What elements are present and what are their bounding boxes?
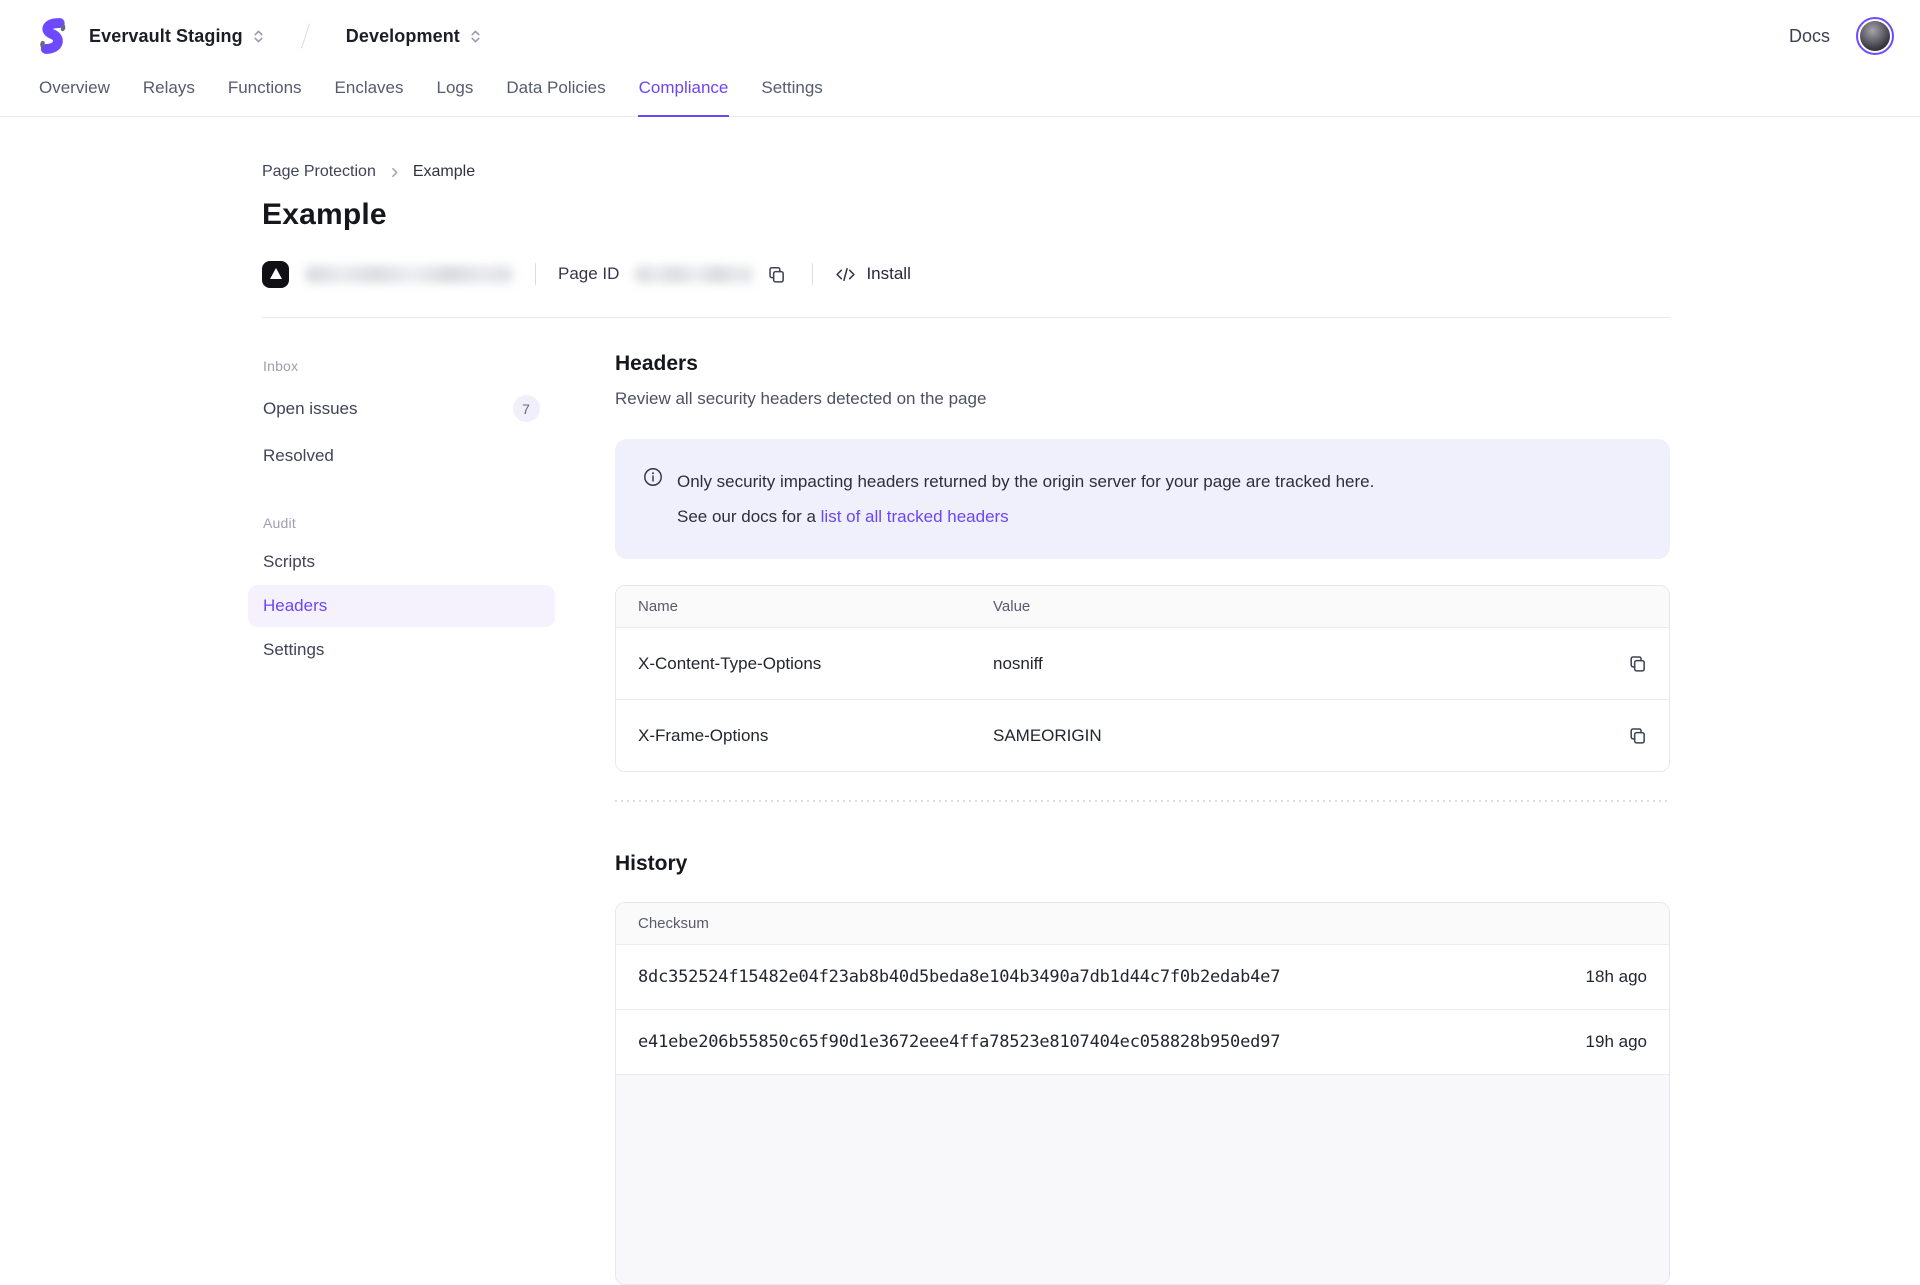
info-banner-line2-prefix: See our docs for a xyxy=(677,507,821,526)
copy-icon xyxy=(767,265,786,284)
redacted-page-url xyxy=(305,266,513,283)
table-row: X-Content-Type-Options nosniff xyxy=(616,628,1669,700)
headers-table-header-row: Name Value xyxy=(616,586,1669,628)
breadcrumb-current: Example xyxy=(413,163,475,181)
header-name-cell: X-Frame-Options xyxy=(616,700,971,771)
table-row: 8dc352524f15482e04f23ab8b40d5beda8e104b3… xyxy=(616,945,1669,1010)
copy-header-value-button[interactable] xyxy=(1624,722,1651,749)
sidebar-item-label: Scripts xyxy=(263,552,315,572)
sidebar-item-label: Settings xyxy=(263,640,324,660)
chevron-right-icon xyxy=(388,166,401,179)
primary-nav: Overview Relays Functions Enclaves Logs … xyxy=(0,66,1920,117)
column-header-actions xyxy=(1602,586,1669,628)
age-cell: 18h ago xyxy=(1529,945,1669,1010)
tab-relays[interactable]: Relays xyxy=(142,68,196,117)
up-down-chevrons-icon xyxy=(252,29,265,44)
site-favicon-triangle-icon xyxy=(262,261,289,288)
sidebar-label-audit: Audit xyxy=(248,507,555,539)
history-table: Checksum 8dc352524f15482e04f23ab8b40d5be… xyxy=(616,903,1669,1074)
info-banner: Only security impacting headers returned… xyxy=(615,439,1670,559)
sidebar-item-open-issues[interactable]: Open issues 7 xyxy=(248,384,555,433)
copy-header-value-button[interactable] xyxy=(1624,650,1651,677)
copy-page-id-button[interactable] xyxy=(763,261,790,288)
column-header-name: Name xyxy=(616,586,971,628)
sidebar-item-settings[interactable]: Settings xyxy=(248,629,555,671)
checksum-cell: e41ebe206b55850c65f90d1e3672eee4ffa78523… xyxy=(616,1010,1529,1074)
page-title: Example xyxy=(262,198,1670,232)
page-container: Page Protection Example Example Page ID … xyxy=(262,117,1670,1285)
info-banner-line1: Only security impacting headers returned… xyxy=(677,464,1374,499)
copy-icon xyxy=(1628,726,1647,745)
tab-logs[interactable]: Logs xyxy=(436,68,475,117)
sidebar-item-resolved[interactable]: Resolved xyxy=(248,435,555,477)
tracked-headers-link[interactable]: list of all tracked headers xyxy=(821,507,1009,526)
sidebar-item-label: Headers xyxy=(263,596,327,616)
table-row: X-Frame-Options SAMEORIGIN xyxy=(616,700,1669,771)
headers-section-title: Headers xyxy=(615,352,1670,376)
headers-section-subtitle: Review all security headers detected on … xyxy=(615,389,1670,409)
history-table-card: Checksum 8dc352524f15482e04f23ab8b40d5be… xyxy=(615,902,1670,1285)
history-table-empty-area xyxy=(616,1074,1669,1284)
tab-data-policies[interactable]: Data Policies xyxy=(505,68,606,117)
main-content: Headers Review all security headers dete… xyxy=(615,318,1670,1285)
tab-compliance[interactable]: Compliance xyxy=(638,68,730,117)
headers-table-card: Name Value X-Content-Type-Options nosnif… xyxy=(615,585,1670,772)
topbar: Evervault Staging Development Docs xyxy=(0,0,1920,66)
page-id-label: Page ID xyxy=(558,264,619,284)
code-icon xyxy=(835,266,856,283)
evervault-logo[interactable] xyxy=(38,16,67,56)
up-down-chevrons-icon xyxy=(469,29,482,44)
redacted-page-id xyxy=(635,266,753,283)
column-header-checksum: Checksum xyxy=(616,903,1529,945)
history-table-header-row: Checksum xyxy=(616,903,1669,945)
sidebar-item-headers[interactable]: Headers xyxy=(248,585,555,627)
project-name: Development xyxy=(346,26,460,47)
header-value-cell: nosniff xyxy=(971,628,1602,700)
sidebar-label-inbox: Inbox xyxy=(248,350,555,382)
column-header-age xyxy=(1529,903,1669,945)
column-header-value: Value xyxy=(971,586,1602,628)
header-name-cell: X-Content-Type-Options xyxy=(616,628,971,700)
sidebar-item-label: Open issues xyxy=(263,399,358,419)
install-button[interactable]: Install xyxy=(835,264,910,284)
sidebar: Inbox Open issues 7 Resolved Audit Scrip… xyxy=(248,318,555,701)
header-value-cell: SAMEORIGIN xyxy=(971,700,1602,771)
project-switcher[interactable]: Development xyxy=(346,26,482,47)
tab-functions[interactable]: Functions xyxy=(227,68,303,117)
install-label: Install xyxy=(866,264,910,284)
brand-area: Evervault Staging Development xyxy=(38,16,482,56)
info-banner-line2: See our docs for a list of all tracked h… xyxy=(677,499,1374,534)
copy-icon xyxy=(1628,654,1647,673)
breadcrumb-slash-divider xyxy=(301,23,310,48)
sidebar-section-inbox: Inbox Open issues 7 Resolved xyxy=(248,350,555,477)
org-switcher[interactable]: Evervault Staging xyxy=(89,26,265,47)
open-issues-count-badge: 7 xyxy=(513,395,540,422)
docs-link[interactable]: Docs xyxy=(1789,26,1830,47)
evervault-logo-icon xyxy=(38,16,67,56)
tab-settings[interactable]: Settings xyxy=(760,68,823,117)
headers-table: Name Value X-Content-Type-Options nosnif… xyxy=(616,586,1669,771)
age-cell: 19h ago xyxy=(1529,1010,1669,1074)
dotted-divider xyxy=(615,800,1670,802)
info-icon xyxy=(643,467,663,534)
breadcrumb: Page Protection Example xyxy=(262,117,1670,181)
sidebar-item-scripts[interactable]: Scripts xyxy=(248,541,555,583)
info-banner-text: Only security impacting headers returned… xyxy=(677,464,1374,534)
avatar-photo xyxy=(1860,21,1890,51)
table-row: e41ebe206b55850c65f90d1e3672eee4ffa78523… xyxy=(616,1010,1669,1074)
breadcrumb-page-protection[interactable]: Page Protection xyxy=(262,163,376,181)
tab-overview[interactable]: Overview xyxy=(38,68,111,117)
topbar-right: Docs xyxy=(1789,17,1894,55)
meta-divider xyxy=(812,263,813,285)
checksum-cell: 8dc352524f15482e04f23ab8b40d5beda8e104b3… xyxy=(616,945,1529,1010)
user-avatar[interactable] xyxy=(1856,17,1894,55)
tab-enclaves[interactable]: Enclaves xyxy=(334,68,405,117)
meta-divider xyxy=(535,263,536,285)
history-section-title: History xyxy=(615,852,1670,876)
sidebar-section-audit: Audit Scripts Headers Settings xyxy=(248,507,555,671)
sidebar-item-label: Resolved xyxy=(263,446,334,466)
page-meta-row: Page ID Install xyxy=(262,259,1670,289)
org-name: Evervault Staging xyxy=(89,26,243,47)
